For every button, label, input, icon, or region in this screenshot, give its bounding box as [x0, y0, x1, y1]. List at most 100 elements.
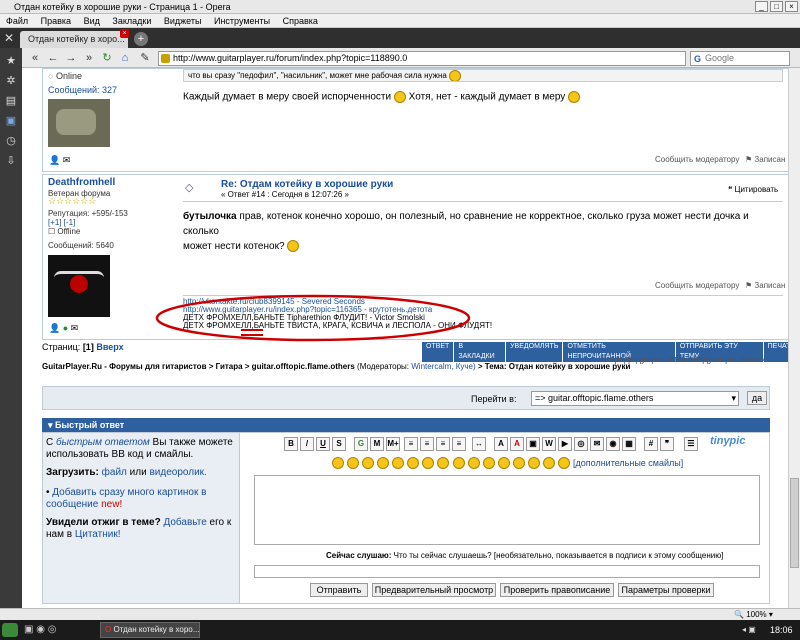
smiley-icon[interactable] — [452, 457, 465, 470]
home-icon[interactable]: ⌂ — [118, 51, 132, 65]
smiley-icon[interactable] — [437, 457, 450, 470]
smiley-icon[interactable] — [497, 457, 510, 470]
forward-icon[interactable]: → — [64, 51, 78, 65]
edit-icon[interactable]: ✎ — [138, 51, 152, 65]
fast-forward-icon[interactable]: » — [82, 51, 96, 65]
menu-help[interactable]: Справка — [283, 16, 318, 26]
bookmarks-star-icon[interactable]: ★ — [4, 54, 18, 68]
jump-go-button[interactable]: да — [747, 391, 767, 405]
menu-tools[interactable]: Инструменты — [214, 16, 270, 26]
link-icon[interactable]: ◎ — [574, 437, 588, 451]
smiley-icon[interactable] — [392, 457, 405, 470]
minimize-icon[interactable]: _ — [755, 1, 768, 12]
align-right-icon[interactable]: ≡ — [436, 437, 450, 451]
close-icon[interactable]: × — [785, 1, 798, 12]
action-bookmark[interactable]: В ЗАКЛАДКИ — [454, 342, 507, 362]
table-icon[interactable]: ▦ — [622, 437, 636, 451]
address-bar[interactable]: http://www.guitarplayer.ru/forum/index.p… — [158, 51, 686, 66]
smiley-icon[interactable] — [557, 457, 570, 470]
smiley-icon[interactable] — [362, 457, 375, 470]
tab-topic[interactable]: Отдан котейку в хоро... — [20, 31, 128, 48]
quick-reply-header[interactable]: ▾ Быстрый ответ — [42, 418, 770, 432]
profile-icons[interactable]: 👤 ✉ — [49, 155, 70, 166]
menu-edit[interactable]: Правка — [41, 16, 71, 26]
font-size-icon[interactable]: A — [494, 437, 508, 451]
bold-icon[interactable]: B — [284, 437, 298, 451]
downloads-icon[interactable]: ⇩ — [4, 154, 18, 168]
menu-view[interactable]: Вид — [84, 16, 100, 26]
font-color-icon[interactable]: A — [510, 437, 524, 451]
menu-widgets[interactable]: Виджеты — [164, 16, 202, 26]
scrollbar-thumb[interactable] — [790, 478, 799, 568]
quicklaunch-icons[interactable]: ▣ ◉ ◎ — [24, 624, 56, 635]
italic-icon[interactable]: / — [300, 437, 314, 451]
spellcheck-button[interactable]: Проверить правописание — [500, 583, 614, 597]
tab-close-icon[interactable]: × — [120, 29, 129, 38]
new-tab-icon[interactable]: + — [134, 32, 148, 46]
notes-icon[interactable]: ▣ — [4, 114, 18, 128]
back-icon[interactable]: ← — [46, 51, 60, 65]
menu-bookmarks[interactable]: Закладки — [112, 16, 151, 26]
reputation-links[interactable]: [+1] [-1] — [48, 218, 75, 227]
zoom-level[interactable]: 🔍 100% ▾ — [734, 609, 773, 620]
smiley-icon[interactable] — [347, 457, 360, 470]
smiley-icon[interactable] — [527, 457, 540, 470]
justify-icon[interactable]: ≡ — [452, 437, 466, 451]
page-scrollbar[interactable] — [788, 68, 800, 608]
hr-icon[interactable]: ↔ — [472, 437, 486, 451]
marquee-icon[interactable]: M — [370, 437, 384, 451]
go-up-link[interactable]: Вверх — [96, 342, 123, 352]
email-icon[interactable]: ✉ — [590, 437, 604, 451]
smiley-icon[interactable] — [467, 457, 480, 470]
smiley-icon[interactable] — [512, 457, 525, 470]
quote-icon[interactable]: ❞ — [660, 437, 674, 451]
tools-icon[interactable]: ✕ — [4, 31, 14, 45]
author-name[interactable]: Deathfromhell — [48, 177, 115, 188]
more-smileys-link[interactable]: [дополнительные смайлы] — [573, 458, 683, 468]
jump-select[interactable]: => guitar.offtopic.flame.others ▾ — [531, 391, 739, 406]
reload-icon[interactable]: ↻ — [100, 51, 114, 65]
submit-button[interactable]: Отправить — [310, 583, 368, 597]
message-textarea[interactable] — [254, 475, 760, 545]
start-button-icon[interactable] — [2, 623, 18, 637]
action-notify[interactable]: УВЕДОМЛЯТЬ — [506, 342, 564, 362]
smiley-icon[interactable] — [407, 457, 420, 470]
smiley-icon[interactable] — [332, 457, 344, 470]
smiley-icon[interactable] — [542, 457, 555, 470]
underline-icon[interactable]: U — [316, 437, 330, 451]
navigation-bar: « ← → » ↻ ⌂ ✎ http://www.guitarplayer.ru… — [0, 48, 800, 68]
strike-icon[interactable]: S — [332, 437, 346, 451]
spoiler-icon[interactable]: ◉ — [606, 437, 620, 451]
report-link[interactable]: Сообщить модератору — [655, 155, 739, 164]
align-center-icon[interactable]: ≡ — [420, 437, 434, 451]
quote-button[interactable]: ❝ Цитировать — [728, 185, 778, 194]
green-text-icon[interactable]: G — [354, 437, 368, 451]
code-icon[interactable]: # — [644, 437, 658, 451]
preview-button[interactable]: Предварительный просмотр — [372, 583, 496, 597]
post-title[interactable]: Re: Отдам котейку в хорошие руки — [221, 179, 393, 190]
menu-file[interactable]: Файл — [6, 16, 28, 26]
action-reply[interactable]: ОТВЕТ — [422, 342, 455, 362]
smiley-icon[interactable] — [422, 457, 435, 470]
taskbar-opera-item[interactable]: O Отдан котейку в хоро... — [100, 622, 200, 638]
wiki-icon[interactable]: W — [542, 437, 556, 451]
author-stars: ☆☆☆☆☆☆ — [48, 196, 97, 206]
align-left-icon[interactable]: ≡ — [404, 437, 418, 451]
list-icon[interactable]: ☰ — [684, 437, 698, 451]
maximize-icon[interactable]: □ — [770, 1, 783, 12]
spell-settings-button[interactable]: Параметры проверки — [618, 583, 714, 597]
tinypic-logo[interactable]: tinypic — [710, 435, 745, 447]
profile-icons[interactable]: 👤 ● ✉ — [49, 323, 78, 334]
rewind-icon[interactable]: « — [28, 51, 42, 65]
search-input[interactable]: G Google — [690, 51, 790, 66]
chat-icon[interactable]: ▤ — [4, 94, 18, 108]
image-icon[interactable]: ▣ — [526, 437, 540, 451]
media-icon[interactable]: M+ — [386, 437, 400, 451]
listening-input[interactable] — [254, 565, 760, 578]
smiley-icon[interactable] — [482, 457, 495, 470]
youtube-icon[interactable]: ▶ — [558, 437, 572, 451]
widgets-gear-icon[interactable]: ✲ — [4, 74, 18, 88]
report-link[interactable]: Сообщить модератору — [655, 281, 739, 290]
history-clock-icon[interactable]: ◷ — [4, 134, 18, 148]
smiley-icon[interactable] — [377, 457, 390, 470]
